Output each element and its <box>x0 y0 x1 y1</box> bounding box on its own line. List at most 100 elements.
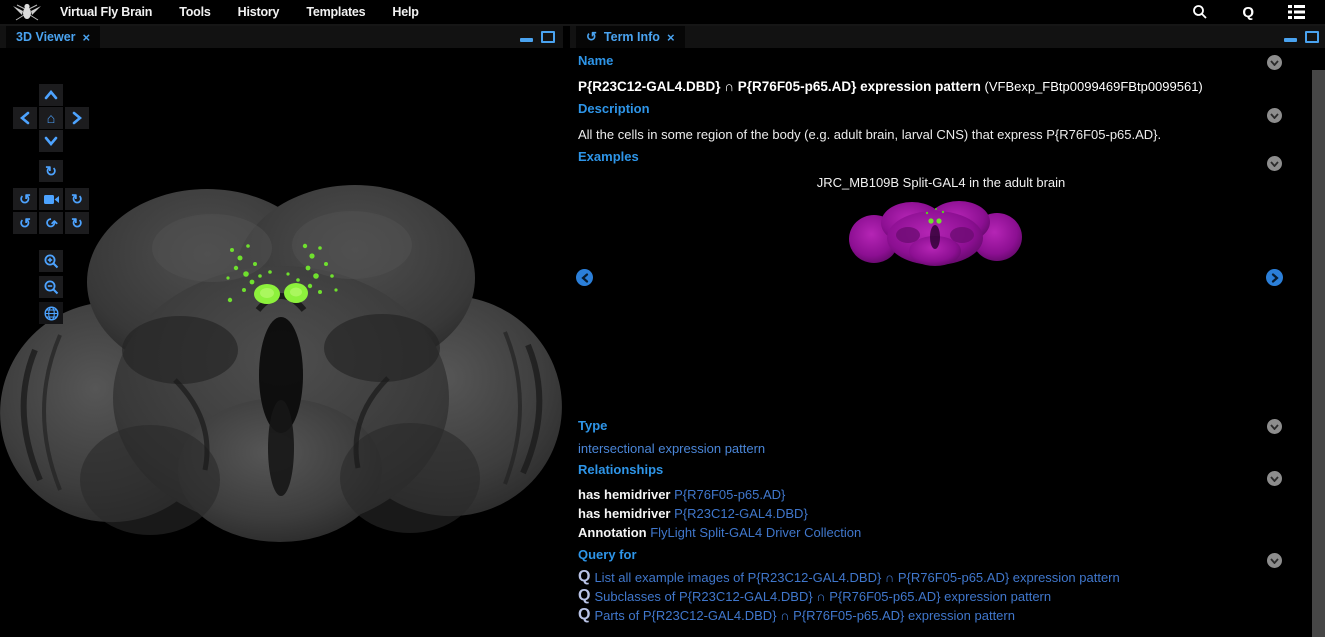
query-link[interactable]: Parts of P{R23C12-GAL4.DBD} ∩ P{R76F05-p… <box>594 608 1015 623</box>
tab-term-info[interactable]: ↺ Term Info × <box>576 26 685 48</box>
collapse-description-button[interactable] <box>1267 108 1282 123</box>
query-link-row[interactable]: Q Parts of P{R23C12-GAL4.DBD} ∩ P{R76F05-… <box>578 607 1015 623</box>
collapse-name-button[interactable] <box>1267 55 1282 70</box>
roll-reset-icon: ↺ <box>42 214 60 232</box>
type-link[interactable]: intersectional expression pattern <box>578 441 765 456</box>
chevron-down-icon <box>1270 60 1279 66</box>
home-button[interactable]: ⌂ <box>39 107 63 129</box>
terminfo-tabstrip: ↺ Term Info × <box>570 26 1325 48</box>
maximize-icon[interactable] <box>1305 31 1319 43</box>
rotate-ccw-icon: ↺ <box>19 192 31 206</box>
menubar-right: Q <box>1192 4 1325 20</box>
menu-item-templates[interactable]: Templates <box>306 5 365 19</box>
collapse-relationships-button[interactable] <box>1267 471 1282 486</box>
brain-3d-render[interactable] <box>0 50 563 637</box>
query-link[interactable]: List all example images of P{R23C12-GAL4… <box>594 570 1119 585</box>
section-heading-description: Description <box>578 101 650 116</box>
section-heading-relationships: Relationships <box>578 462 663 477</box>
roll-reset-button[interactable]: ↺ <box>39 212 63 234</box>
carousel-prev-button[interactable] <box>576 269 593 286</box>
roll-cw-icon: ↻ <box>71 216 83 230</box>
section-heading-examples: Examples <box>578 149 639 164</box>
home-icon: ⌂ <box>47 111 55 125</box>
query-icon[interactable]: Q <box>1242 5 1254 20</box>
tab-3d-viewer[interactable]: 3D Viewer × <box>6 26 100 48</box>
chevron-down-icon <box>1270 113 1279 119</box>
example-caption: JRC_MB109B Split-GAL4 in the adult brain <box>570 175 1312 190</box>
search-icon[interactable] <box>1192 4 1208 20</box>
chevron-down-icon <box>1270 558 1279 564</box>
term-name-bold: P{R23C12-GAL4.DBD} ∩ P{R76F05-p65.AD} ex… <box>578 79 981 94</box>
history-back-icon[interactable]: ↺ <box>586 29 597 45</box>
term-name-id: (VFBexp_FBtp0099469FBtp0099561) <box>981 79 1203 94</box>
relationship-label: has hemidriver <box>578 506 674 521</box>
section-heading-query-for: Query for <box>578 547 637 562</box>
globe-button[interactable] <box>39 302 63 324</box>
example-image[interactable] <box>848 193 1023 268</box>
query-link-row[interactable]: Q Subclasses of P{R23C12-GAL4.DBD} ∩ P{R7… <box>578 588 1051 604</box>
tab-3d-viewer-label: 3D Viewer <box>16 30 76 44</box>
pan-left-button[interactable] <box>13 107 37 129</box>
minimize-icon[interactable] <box>520 38 533 42</box>
menu-item-help[interactable]: Help <box>392 5 418 19</box>
zoom-out-button[interactable] <box>39 276 63 298</box>
query-icon: Q <box>578 607 590 623</box>
relationship-row: has hemidriver P{R76F05-p65.AD} <box>578 487 785 502</box>
globe-icon <box>44 306 59 321</box>
rotate-ccw-button[interactable]: ↺ <box>13 188 37 210</box>
menu-item-history[interactable]: History <box>238 5 280 19</box>
maximize-icon[interactable] <box>541 31 555 43</box>
rotate-cw-icon: ↻ <box>71 192 83 206</box>
relationship-label: has hemidriver <box>578 487 674 502</box>
section-heading-name: Name <box>578 53 613 68</box>
carousel-next-button[interactable] <box>1266 269 1283 286</box>
zoom-in-icon <box>44 254 59 269</box>
close-icon[interactable]: × <box>83 30 91 45</box>
roll-cw-button[interactable]: ↻ <box>65 212 89 234</box>
query-icon: Q <box>578 569 590 585</box>
tab-term-info-label: Term Info <box>604 30 660 44</box>
menubar: Virtual Fly Brain Tools History Template… <box>0 0 1325 26</box>
zoom-in-button[interactable] <box>39 250 63 272</box>
viewer-tabstrip: 3D Viewer × <box>0 26 563 48</box>
term-name: P{R23C12-GAL4.DBD} ∩ P{R76F05-p65.AD} ex… <box>578 79 1203 94</box>
rotate-icon: ↻ <box>45 164 57 178</box>
collapse-query-for-button[interactable] <box>1267 553 1282 568</box>
chevron-down-icon <box>1270 476 1279 482</box>
close-icon[interactable]: × <box>667 30 675 45</box>
camera-icon <box>44 194 59 205</box>
pan-down-button[interactable] <box>39 130 63 152</box>
snapshot-button[interactable] <box>39 188 63 210</box>
section-heading-type: Type <box>578 418 607 433</box>
list-view-icon[interactable] <box>1288 5 1305 19</box>
roll-ccw-icon: ↺ <box>19 216 31 230</box>
pan-right-button[interactable] <box>65 107 89 129</box>
chevron-down-icon <box>1270 424 1279 430</box>
roll-ccw-button[interactable]: ↺ <box>13 212 37 234</box>
relationship-link[interactable]: FlyLight Split-GAL4 Driver Collection <box>650 525 861 540</box>
query-icon: Q <box>578 588 590 604</box>
rotate-reset-button[interactable]: ↻ <box>39 160 63 182</box>
query-link-row[interactable]: Q List all example images of P{R23C12-GAL… <box>578 569 1120 585</box>
pan-up-button[interactable] <box>39 84 63 106</box>
zoom-out-icon <box>44 280 59 295</box>
terminfo-scrollbar[interactable] <box>1312 70 1325 637</box>
menu-item-tools[interactable]: Tools <box>179 5 210 19</box>
fly-logo[interactable] <box>12 3 42 21</box>
chevron-down-icon <box>1270 161 1279 167</box>
terminfo-window-buttons <box>1284 31 1319 43</box>
collapse-examples-button[interactable] <box>1267 156 1282 171</box>
relationship-label: Annotation <box>578 525 650 540</box>
relationship-link[interactable]: P{R23C12-GAL4.DBD} <box>674 506 808 521</box>
collapse-type-button[interactable] <box>1267 419 1282 434</box>
relationship-link[interactable]: P{R76F05-p65.AD} <box>674 487 785 502</box>
menu-item-virtual-fly-brain[interactable]: Virtual Fly Brain <box>60 5 152 19</box>
vfb-app: Virtual Fly Brain Tools History Template… <box>0 0 1325 637</box>
viewer-window-buttons <box>520 31 555 43</box>
rotate-cw-button[interactable]: ↻ <box>65 188 89 210</box>
query-link[interactable]: Subclasses of P{R23C12-GAL4.DBD} ∩ P{R76… <box>594 589 1051 604</box>
chevron-right-icon <box>1271 273 1279 283</box>
chevron-left-icon <box>581 273 589 283</box>
relationship-row: Annotation FlyLight Split-GAL4 Driver Co… <box>578 525 861 540</box>
minimize-icon[interactable] <box>1284 38 1297 42</box>
